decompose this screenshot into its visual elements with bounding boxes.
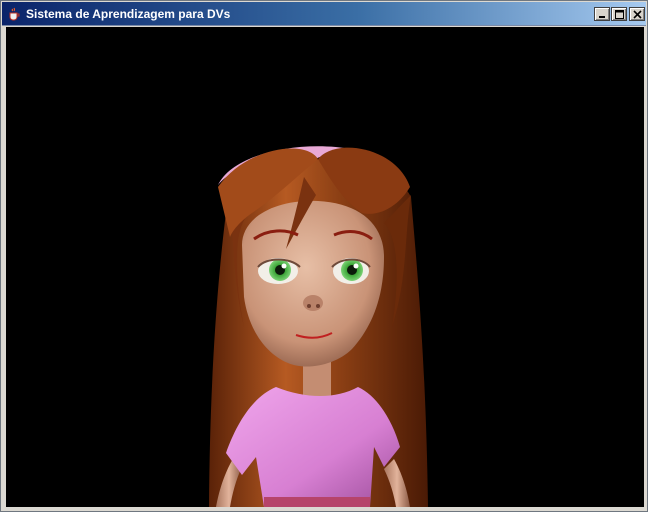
title-bar[interactable]: Sistema de Aprendizagem para DVs [2, 2, 646, 26]
maximize-icon [614, 9, 624, 19]
minimize-button[interactable] [594, 7, 610, 21]
render-canvas[interactable] [6, 27, 644, 507]
girl-avatar [209, 146, 428, 507]
close-button[interactable] [629, 7, 645, 21]
maximize-button[interactable] [611, 7, 627, 21]
java-cup-icon[interactable] [7, 7, 21, 21]
close-icon [632, 9, 642, 19]
application-window: Sistema de Aprendizagem para DVs [0, 0, 648, 512]
window-title: Sistema de Aprendizagem para DVs [26, 7, 231, 21]
minimize-icon [599, 16, 605, 18]
